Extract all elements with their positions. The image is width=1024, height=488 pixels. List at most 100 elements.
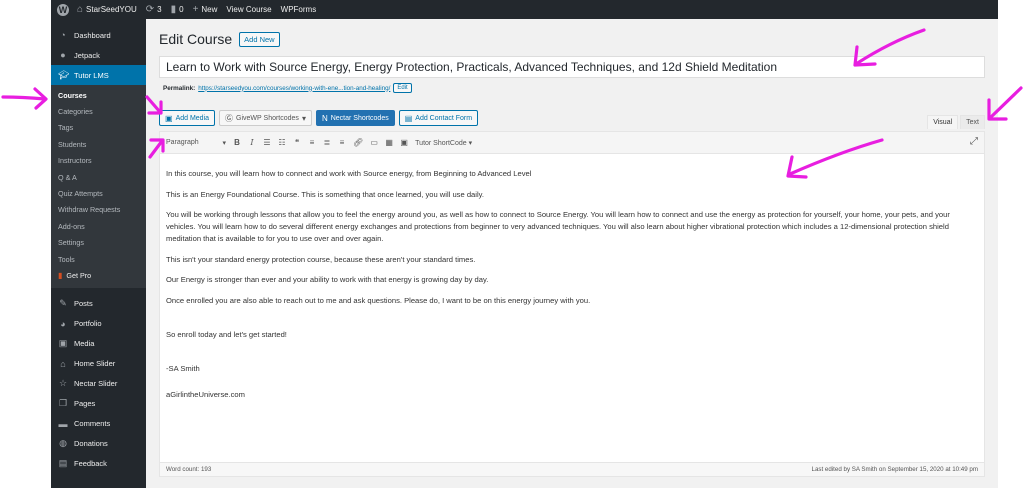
submenu-get-pro[interactable]: ▮ Get Pro <box>51 267 146 283</box>
menu-jetpack[interactable]: ● Jetpack <box>51 45 146 65</box>
blockquote-icon[interactable]: ❝ <box>293 138 301 147</box>
add-contact-form-button[interactable]: ▤ Add Contact Form <box>398 110 479 126</box>
home-icon: ⌂ <box>60 358 66 369</box>
submenu-tags[interactable]: Tags <box>51 120 146 136</box>
contact-form-icon: ▤ <box>404 113 413 123</box>
italic-icon[interactable]: I <box>248 138 256 147</box>
add-media-button[interactable]: ▣ Add Media <box>159 110 216 126</box>
shortcode-icon[interactable]: ▣ <box>400 138 408 147</box>
submenu-add-ons[interactable]: Add-ons <box>51 218 146 234</box>
permalink-row: Permalink: https://starseedyou.com/cours… <box>163 83 412 93</box>
donations-icon: ◍ <box>59 438 67 449</box>
submenu-students[interactable]: Students <box>51 136 146 152</box>
site-name-link[interactable]: ⌂ StarSeedYOU <box>77 4 137 15</box>
content-paragraph-8: -SA Smith <box>166 363 200 373</box>
tab-text[interactable]: Text <box>960 115 985 129</box>
admin-sidebar: ◔ Dashboard ● Jetpack 🎓︎ Tutor LMS Cours… <box>51 19 146 488</box>
submenu-instructors[interactable]: Instructors <box>51 153 146 169</box>
chevron-down-icon: ▾ <box>222 139 226 147</box>
editor-toolbar: Paragraph ▾ B I ☰ ☷ ❝ ≡ ≣ ≡ 🔗︎ ▭ ▦ ▣ Tut… <box>160 132 984 154</box>
format-select[interactable]: Paragraph ▾ <box>166 139 226 147</box>
insert-link-icon[interactable]: 🔗︎ <box>353 138 363 147</box>
read-more-icon[interactable]: ▭ <box>370 138 378 147</box>
add-new-button[interactable]: Add New <box>239 31 280 47</box>
jetpack-icon: ● <box>60 50 66 60</box>
submenu-withdraw-requests[interactable]: Withdraw Requests <box>51 202 146 218</box>
get-pro-label: Get Pro <box>66 270 92 280</box>
submenu-quiz-attempts[interactable]: Quiz Attempts <box>51 185 146 201</box>
post-title-input[interactable]: Learn to Work with Source Energy, Energy… <box>159 56 985 78</box>
menu-comments-label: Comments <box>74 419 111 429</box>
menu-nectar-slider[interactable]: ☆ Nectar Slider <box>51 374 146 394</box>
permalink-edit-button[interactable]: Edit <box>393 83 412 93</box>
content-paragraph-6: Once enrolled you are also able to reach… <box>166 295 591 305</box>
content-paragraph-2: This is an Energy Foundational Course. T… <box>166 189 484 199</box>
menu-pages-label: Pages <box>74 399 96 409</box>
updates-icon: ⟳ <box>145 4 155 15</box>
permalink-link[interactable]: https://starseedyou.com/courses/working-… <box>198 85 390 92</box>
givewp-shortcodes-button[interactable]: Ⓖ GiveWP Shortcodes ▾ <box>219 110 312 126</box>
align-left-icon[interactable]: ≡ <box>308 138 316 147</box>
view-course-link[interactable]: View Course <box>226 5 271 14</box>
menu-media-label: Media <box>74 339 95 349</box>
fullscreen-icon[interactable]: ⤢ <box>970 136 978 147</box>
content-paragraph-1: In this course, you will learn how to co… <box>166 169 532 178</box>
tab-visual[interactable]: Visual <box>927 115 959 129</box>
portfolio-icon: ◕ <box>60 318 66 329</box>
content-editor: Paragraph ▾ B I ☰ ☷ ❝ ≡ ≣ ≡ 🔗︎ ▭ ▦ ▣ Tut… <box>159 131 985 477</box>
menu-donations[interactable]: ◍ Donations <box>51 434 146 454</box>
menu-home-slider-label: Home Slider <box>74 359 116 369</box>
submenu-courses[interactable]: Courses <box>51 87 146 103</box>
wordpress-logo-icon[interactable]: W <box>57 3 69 16</box>
comment-icon: ▮ <box>170 4 177 15</box>
title-row: Edit Course Add New <box>159 31 280 47</box>
menu-pages[interactable]: ❐ Pages <box>51 394 146 414</box>
menu-portfolio-label: Portfolio <box>74 319 102 329</box>
tutor-shortcode-dropdown[interactable]: Tutor ShortCode ▾ <box>415 139 472 147</box>
menu-dashboard[interactable]: ◔ Dashboard <box>51 25 146 45</box>
tutor-lms-submenu: Courses Categories Tags Students Instruc… <box>51 85 146 288</box>
numbered-list-icon[interactable]: ☷ <box>278 138 286 147</box>
bulleted-list-icon[interactable]: ☰ <box>263 138 271 147</box>
screen: W ⌂ StarSeedYOU ⟳ 3 ▮ 0 + New View Cours… <box>0 0 1024 488</box>
submenu-settings[interactable]: Settings <box>51 235 146 251</box>
feedback-icon: ▤ <box>58 458 68 469</box>
media-buttons: ▣ Add Media Ⓖ GiveWP Shortcodes ▾ N Nect… <box>159 110 479 126</box>
menu-media[interactable]: ▣ Media <box>51 334 146 354</box>
editor-status-bar: Word count: 193 Last edited by SA Smith … <box>160 462 984 476</box>
menu-tutor-lms[interactable]: 🎓︎ Tutor LMS <box>51 65 146 85</box>
menu-home-slider[interactable]: ⌂ Home Slider <box>51 354 146 374</box>
updates-link[interactable]: ⟳ 3 <box>146 4 162 15</box>
editor-content-area[interactable]: In this course, you will learn how to co… <box>160 154 984 401</box>
menu-comments[interactable]: ▬ Comments <box>51 414 146 434</box>
bold-icon[interactable]: B <box>233 138 241 147</box>
menu-portfolio[interactable]: ◕ Portfolio <box>51 314 146 334</box>
annotation-arrow-courses-head <box>33 87 48 110</box>
menu-donations-label: Donations <box>74 439 108 449</box>
new-label: New <box>201 5 218 14</box>
add-media-label: Add Media <box>175 114 210 122</box>
media-icon: ▣ <box>58 338 68 349</box>
submenu-tools[interactable]: Tools <box>51 251 146 267</box>
comments-link[interactable]: ▮ 0 <box>171 4 184 15</box>
align-center-icon[interactable]: ≣ <box>323 138 331 147</box>
submenu-categories[interactable]: Categories <box>51 103 146 119</box>
toolbar-toggle-icon[interactable]: ▦ <box>385 138 393 147</box>
nectar-shortcodes-button[interactable]: N Nectar Shortcodes <box>315 110 395 126</box>
new-content-link[interactable]: + New <box>193 4 218 15</box>
submenu-qa[interactable]: Q & A <box>51 169 146 185</box>
align-right-icon[interactable]: ≡ <box>338 138 346 147</box>
menu-feedback[interactable]: ▤ Feedback <box>51 454 146 474</box>
content-paragraph-9: aGirlintheUniverse.com <box>166 389 245 399</box>
content-paragraph-7: So enroll today and let's get started! <box>166 329 287 339</box>
contact-form-label: Add Contact Form <box>415 114 473 122</box>
graduation-cap-icon: 🎓︎ <box>58 69 70 80</box>
content-paragraph-4: This isn't your standard energy protecti… <box>166 254 476 264</box>
menu-dashboard-label: Dashboard <box>74 30 111 40</box>
menu-posts[interactable]: ✎ Posts <box>51 294 146 314</box>
wpforms-link[interactable]: WPForms <box>281 5 317 14</box>
content-paragraph-3: You will be working through lessons that… <box>166 210 950 243</box>
menu-feedback-label: Feedback <box>74 459 107 469</box>
chevron-down-icon: ▾ <box>468 139 473 147</box>
permalink-label: Permalink: <box>163 84 196 92</box>
